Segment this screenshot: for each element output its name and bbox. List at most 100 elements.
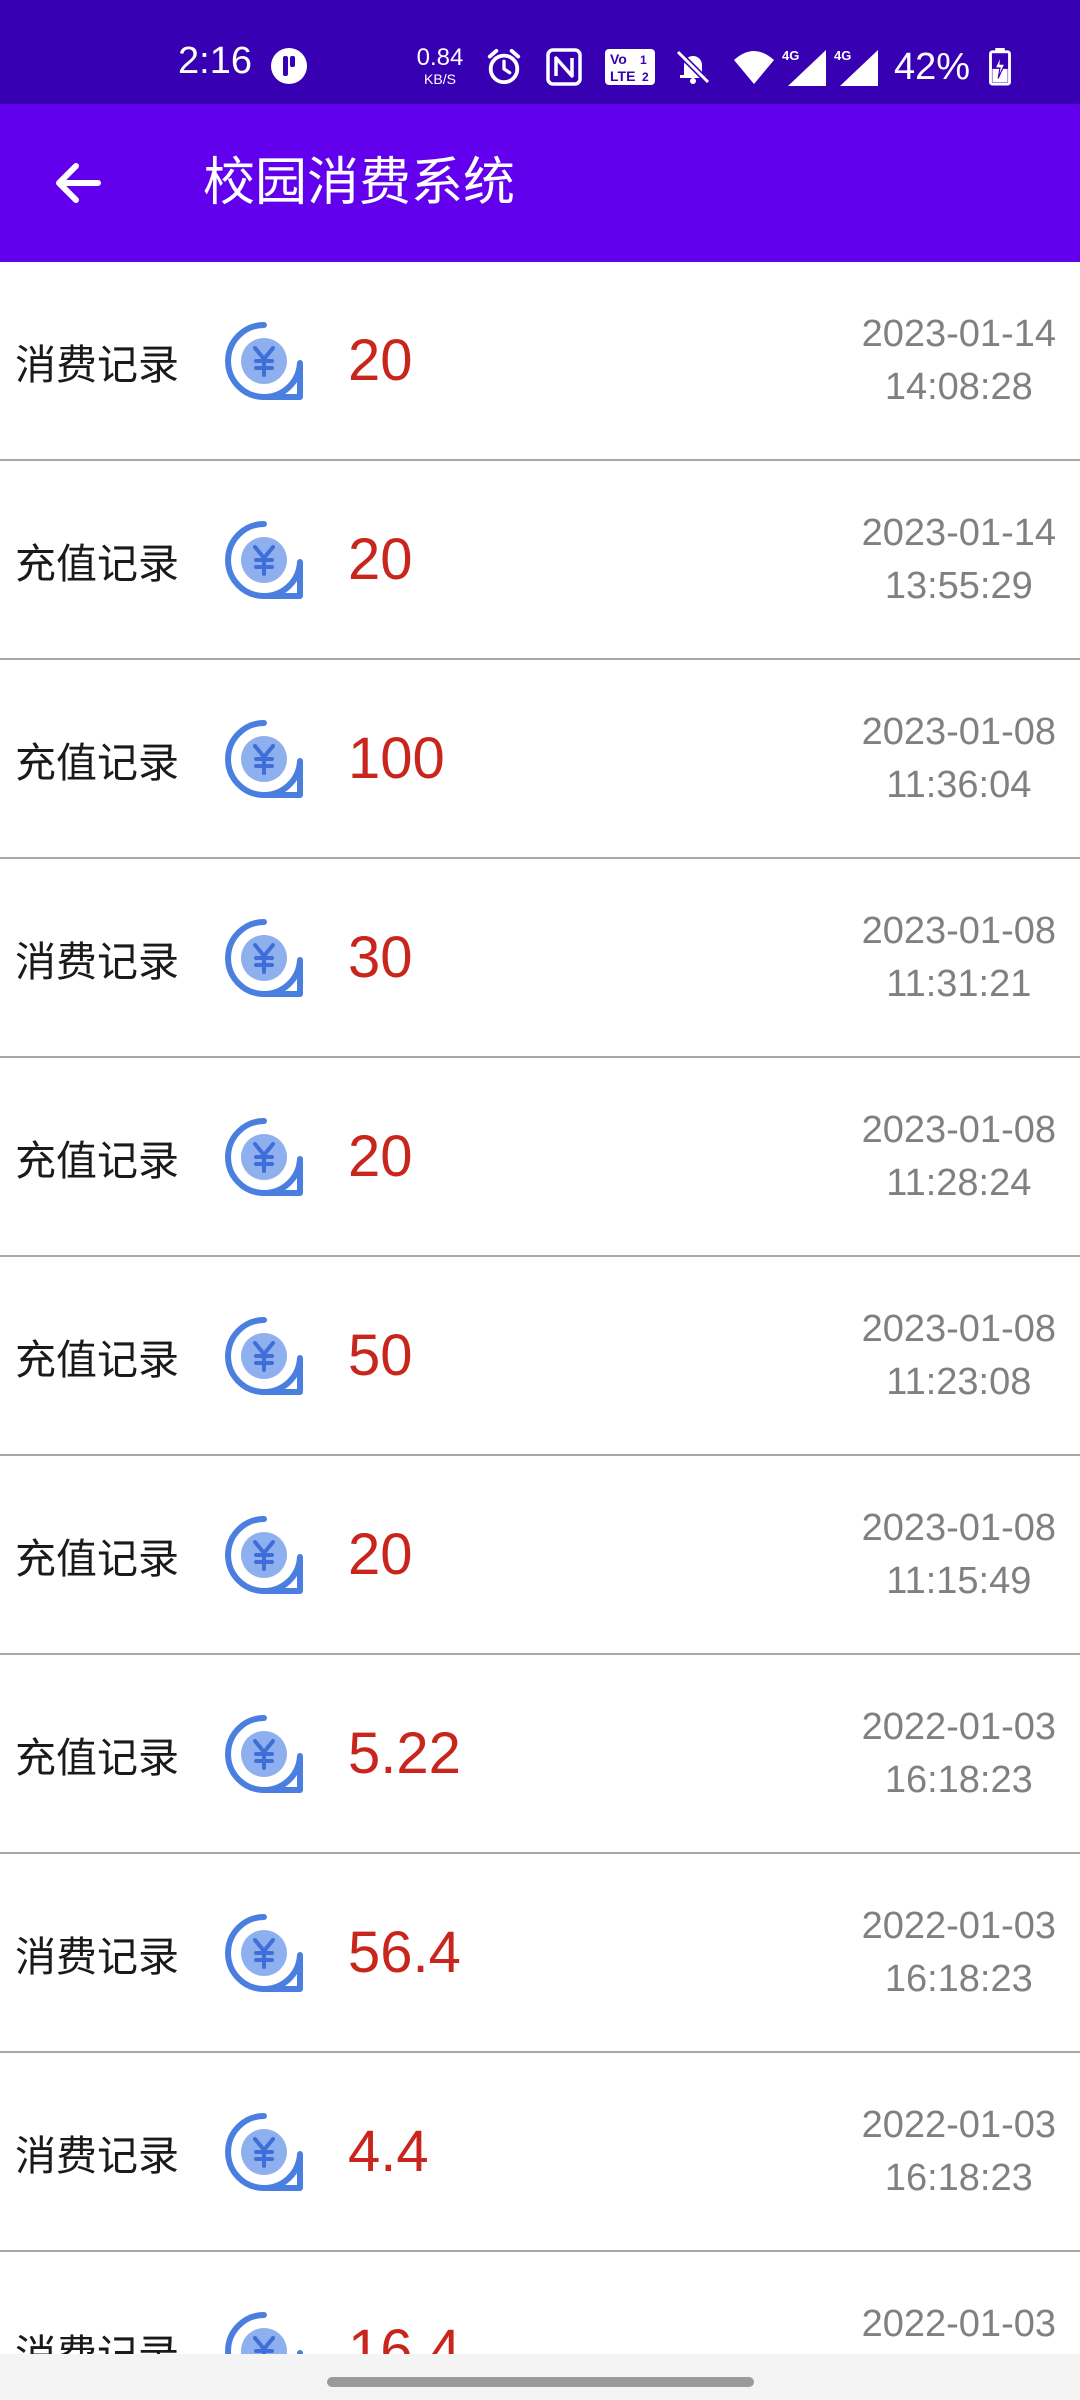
record-amount: 20 [348, 1123, 413, 1189]
alarm-icon [487, 48, 521, 85]
status-time: 2:16 [178, 40, 252, 82]
svg-text:4G: 4G [782, 48, 799, 63]
wifi-icon [734, 51, 774, 84]
gesture-handle[interactable] [327, 2377, 754, 2387]
status-bar: 2:16 0.84 KB/S Vo LTE 1 2 4G 4G 42% [0, 0, 1080, 104]
record-timestamp: 2023-01-14 14:08:28 [862, 308, 1056, 414]
record-date: 2022-01-03 [861, 1904, 1056, 1947]
record-row[interactable]: 充值记录 20 2023-01-08 11:15:49 [0, 1456, 1080, 1655]
record-type: 充值记录 [15, 738, 179, 787]
record-time-of-day: 11:31:21 [886, 962, 1032, 1005]
record-type: 消费记录 [15, 937, 179, 986]
net-speed-unit: KB/S [424, 71, 456, 87]
record-date: 2023-01-08 [861, 710, 1056, 753]
record-timestamp: 2023-01-14 13:55:29 [862, 507, 1056, 613]
record-date: 2023-01-08 [861, 909, 1056, 952]
yuan-coin-icon [225, 719, 303, 798]
record-amount: 4.4 [348, 2118, 429, 2184]
battery-charging-icon [989, 48, 1011, 86]
record-type: 充值记录 [15, 1534, 179, 1583]
record-time-of-day: 11:23:08 [886, 1360, 1032, 1403]
record-date: 2022-01-03 [861, 2103, 1056, 2146]
record-amount: 5.22 [348, 1720, 461, 1786]
record-amount: 16.4 [348, 2317, 461, 2354]
record-date: 2023-01-14 [861, 312, 1056, 355]
record-row[interactable]: 充值记录 100 2023-01-08 11:36:04 [0, 660, 1080, 859]
record-date: 2023-01-14 [861, 511, 1056, 554]
record-row[interactable]: 充值记录 5.22 2022-01-03 16:18:23 [0, 1655, 1080, 1854]
record-type: 消费记录 [15, 1932, 179, 1981]
record-type: 充值记录 [15, 1733, 179, 1782]
yuan-coin-icon [225, 1515, 303, 1594]
record-time-of-day: 11:36:04 [886, 763, 1032, 806]
record-time-of-day: 11:15:49 [886, 1559, 1032, 1602]
svg-text:1: 1 [640, 53, 647, 67]
record-amount: 30 [348, 924, 413, 990]
record-row[interactable]: 消费记录 4.4 2022-01-03 16:18:23 [0, 2053, 1080, 2252]
record-list[interactable]: 消费记录 20 2023-01-14 14:08:28 充值记录 20 2023… [0, 262, 1080, 2354]
record-row[interactable]: 消费记录 16.4 2022-01-03 16:18:23 [0, 2252, 1080, 2354]
record-date: 2023-01-08 [861, 1506, 1056, 1549]
record-timestamp: 2023-01-08 11:23:08 [862, 1303, 1056, 1409]
record-row[interactable]: 消费记录 56.4 2022-01-03 16:18:23 [0, 1854, 1080, 2053]
record-timestamp: 2022-01-03 16:18:23 [862, 1701, 1056, 1807]
record-date: 2023-01-08 [861, 1108, 1056, 1151]
record-amount: 100 [348, 725, 445, 791]
record-time-of-day: 16:18:23 [884, 1758, 1033, 1801]
yuan-coin-icon [225, 1913, 303, 1992]
yuan-coin-icon [225, 1316, 303, 1395]
record-type: 充值记录 [15, 539, 179, 588]
record-amount: 56.4 [348, 1919, 461, 1985]
yuan-coin-icon [225, 1117, 303, 1196]
app-notification-icon [271, 48, 307, 84]
app-bar: 校园消费系统 [0, 104, 1080, 262]
record-timestamp: 2023-01-08 11:36:04 [862, 706, 1056, 812]
back-button[interactable] [40, 145, 116, 221]
record-date: 2023-01-08 [861, 1307, 1056, 1350]
signal-4g-icon: 4G [834, 48, 878, 86]
record-timestamp: 2022-01-03 16:18:23 [862, 2099, 1056, 2205]
record-time-of-day: 14:08:28 [884, 365, 1033, 408]
svg-text:LTE: LTE [610, 68, 635, 84]
net-speed-value: 0.84 [416, 44, 464, 71]
record-timestamp: 2022-01-03 16:18:23 [862, 1900, 1056, 2006]
yuan-coin-icon [225, 321, 303, 400]
record-amount: 20 [348, 327, 413, 393]
volte-icon: Vo LTE 1 2 [605, 49, 655, 85]
svg-text:Vo: Vo [610, 51, 627, 67]
record-row[interactable]: 充值记录 20 2023-01-08 11:28:24 [0, 1058, 1080, 1257]
svg-text:4G: 4G [834, 48, 851, 63]
screen: 2:16 0.84 KB/S Vo LTE 1 2 4G 4G 42% 校园消费… [0, 0, 1080, 2400]
nfc-icon [546, 48, 582, 86]
record-type: 消费记录 [15, 2321, 179, 2355]
navigation-bar [0, 2354, 1080, 2400]
record-row[interactable]: 消费记录 20 2023-01-14 14:08:28 [0, 262, 1080, 461]
arrow-left-icon [56, 163, 101, 203]
record-type: 消费记录 [15, 340, 179, 389]
record-timestamp: 2023-01-08 11:31:21 [862, 905, 1056, 1011]
record-timestamp: 2022-01-03 16:18:23 [862, 2298, 1056, 2355]
record-amount: 20 [348, 526, 413, 592]
record-row[interactable]: 充值记录 50 2023-01-08 11:23:08 [0, 1257, 1080, 1456]
record-amount: 50 [348, 1322, 413, 1388]
network-speed: 0.84 KB/S [414, 44, 466, 87]
dnd-bell-off-icon [675, 49, 711, 85]
record-type: 充值记录 [15, 1335, 179, 1384]
record-type: 充值记录 [15, 1136, 179, 1185]
record-date: 2022-01-03 [861, 2302, 1056, 2345]
record-time-of-day: 16:18:23 [884, 2156, 1033, 2199]
record-time-of-day: 16:18:23 [884, 1957, 1033, 2000]
record-time-of-day: 13:55:29 [884, 564, 1033, 607]
yuan-coin-icon [225, 2311, 303, 2354]
yuan-coin-icon [225, 1714, 303, 1793]
yuan-coin-icon [225, 918, 303, 997]
record-type: 消费记录 [15, 2131, 179, 2180]
record-date: 2022-01-03 [861, 1705, 1056, 1748]
record-amount: 20 [348, 1521, 413, 1587]
record-timestamp: 2023-01-08 11:15:49 [862, 1502, 1056, 1608]
signal-4g-icon: 4G [782, 48, 826, 86]
record-row[interactable]: 消费记录 30 2023-01-08 11:31:21 [0, 859, 1080, 1058]
record-timestamp: 2023-01-08 11:28:24 [862, 1104, 1056, 1210]
record-time-of-day: 11:28:24 [886, 1161, 1032, 1204]
record-row[interactable]: 充值记录 20 2023-01-14 13:55:29 [0, 461, 1080, 660]
